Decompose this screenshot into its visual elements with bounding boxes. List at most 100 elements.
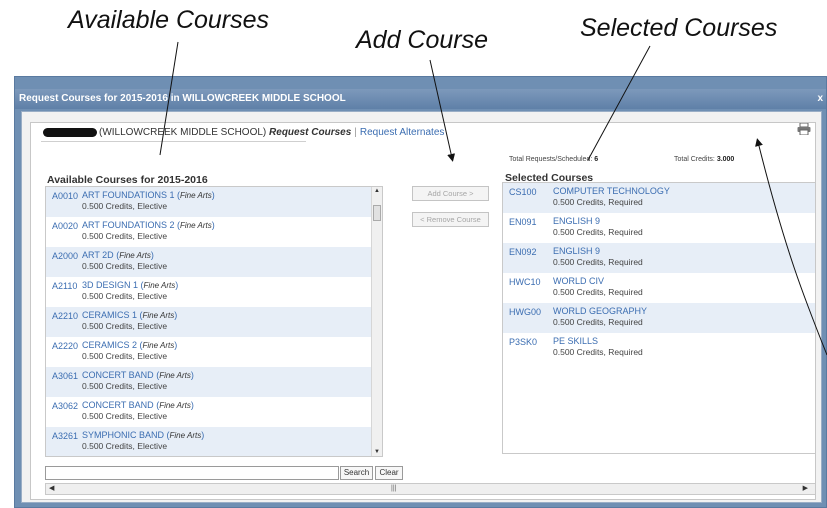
remove-course-button[interactable]: < Remove Course <box>412 212 489 227</box>
course-info: 0.500 Credits, Required <box>553 347 643 357</box>
course-code[interactable]: A2220 <box>52 341 78 351</box>
course-code[interactable]: A3261 <box>52 431 78 441</box>
course-title[interactable]: WORLD GEOGRAPHY <box>553 306 647 316</box>
available-course-row[interactable]: A3062 CONCERT BAND (Fine Arts) 0.500 Credi… <box>46 397 382 427</box>
course-info: 0.500 Credits, Required <box>553 197 643 207</box>
course-code[interactable]: A2210 <box>52 311 78 321</box>
course-info: 0.500 Credits, Elective <box>82 381 168 391</box>
course-dept: Fine Arts <box>119 251 151 260</box>
course-info: 0.500 Credits, Elective <box>82 441 168 451</box>
course-title[interactable]: ART 2D (Fine Arts) <box>82 250 154 260</box>
total-credits-label: Total Credits: <box>674 156 715 163</box>
search-button[interactable]: Search <box>340 466 373 480</box>
printer-icon[interactable] <box>797 123 811 138</box>
course-info: 0.500 Credits, Elective <box>82 351 168 361</box>
course-code[interactable]: HWC10 <box>509 277 541 287</box>
course-code[interactable]: A0020 <box>52 221 78 231</box>
course-title[interactable]: SYMPHONIC BAND (Fine Arts) <box>82 430 204 440</box>
total-requests: Total Requests/Scheduled: 6 <box>509 156 598 163</box>
course-name: CONCERT BAND <box>82 370 154 380</box>
selected-course-row[interactable]: P3SK0 PE SKILLS 0.500 Credits, Required <box>503 333 815 363</box>
callout-available-courses: Available Courses <box>68 6 270 34</box>
close-icon[interactable]: x <box>817 89 823 109</box>
course-code[interactable]: A3061 <box>52 371 78 381</box>
request-courses-dialog: Request Courses for 2015-2016 in WILLOWC… <box>14 76 827 508</box>
course-name: PE SKILLS <box>553 336 599 346</box>
available-courses-title: Available Courses for 2015-2016 <box>47 174 208 186</box>
course-title[interactable]: ENGLISH 9 <box>553 216 600 226</box>
callout-add-course: Add Course <box>356 26 489 54</box>
available-course-row[interactable]: A3061 CONCERT BAND (Fine Arts) 0.500 Credi… <box>46 367 382 397</box>
course-dept: Fine Arts <box>180 191 212 200</box>
horizontal-scrollbar[interactable]: ◀ ||| ▶ <box>45 483 815 495</box>
course-title[interactable]: CERAMICS 1 (Fine Arts) <box>82 310 177 320</box>
course-request-panel: (WILLOWCREEK MIDDLE SCHOOL) Request Cour… <box>30 122 816 500</box>
available-course-row[interactable]: A2210 CERAMICS 1 (Fine Arts) 0.500 Credits… <box>46 307 382 337</box>
course-code[interactable]: HWG00 <box>509 307 541 317</box>
arrow-up-icon[interactable]: ▲ <box>374 188 380 194</box>
available-course-row[interactable]: A2110 3D DESIGN 1 (Fine Arts) 0.500 Credit… <box>46 277 382 307</box>
course-title[interactable]: CERAMICS 2 (Fine Arts) <box>82 340 177 350</box>
arrow-down-icon[interactable]: ▼ <box>374 449 380 455</box>
course-name: CERAMICS 2 <box>82 340 138 350</box>
course-title[interactable]: CONCERT BAND (Fine Arts) <box>82 370 194 380</box>
course-code[interactable]: A2110 <box>52 281 77 291</box>
course-title[interactable]: ART FOUNDATIONS 2 (Fine Arts) <box>82 220 215 230</box>
selected-courses-list[interactable]: CS100 COMPUTER TECHNOLOGY 0.500 Credits, R… <box>502 182 815 454</box>
course-name: ENGLISH 9 <box>553 216 601 226</box>
selected-course-row[interactable]: HWG00 WORLD GEOGRAPHY 0.500 Credits, Requi… <box>503 303 815 333</box>
course-info: 0.500 Credits, Elective <box>82 201 168 211</box>
course-code[interactable]: A3062 <box>52 401 78 411</box>
course-dept: Fine Arts <box>142 341 175 350</box>
course-title[interactable]: 3D DESIGN 1 (Fine Arts) <box>82 280 178 290</box>
add-course-button[interactable]: Add Course > <box>412 186 489 201</box>
total-requests-value: 6 <box>594 156 599 163</box>
course-code[interactable]: P3SK0 <box>509 337 537 347</box>
course-title[interactable]: COMPUTER TECHNOLOGY <box>553 186 670 196</box>
tab-request-alternates[interactable]: Request Alternates <box>360 127 445 138</box>
course-name: COMPUTER TECHNOLOGY <box>553 186 670 196</box>
course-title[interactable]: CONCERT BAND (Fine Arts) <box>82 400 194 410</box>
arrow-left-icon[interactable]: ◀ <box>49 484 54 494</box>
available-course-row[interactable]: A2220 CERAMICS 2 (Fine Arts) 0.500 Credits… <box>46 337 382 367</box>
course-dept: Fine Arts <box>159 371 191 380</box>
available-courses-list[interactable]: A0010 ART FOUNDATIONS 1 (Fine Arts) 0.500 … <box>45 186 383 457</box>
selected-course-row[interactable]: HWC10 WORLD CIV 0.500 Credits, Required <box>503 273 815 303</box>
scroll-grip[interactable]: ||| <box>391 484 396 494</box>
selected-course-row[interactable]: CS100 COMPUTER TECHNOLOGY 0.500 Credits, R… <box>503 183 815 213</box>
course-code[interactable]: EN092 <box>509 247 537 257</box>
header-divider <box>41 141 306 142</box>
course-info: 0.500 Credits, Elective <box>82 261 168 271</box>
selected-course-row[interactable]: EN091 ENGLISH 9 0.500 Credits, Required <box>503 213 815 243</box>
available-course-row[interactable]: A0010 ART FOUNDATIONS 1 (Fine Arts) 0.500 … <box>46 187 382 217</box>
scroll-thumb[interactable] <box>373 205 381 221</box>
course-dept: Fine Arts <box>159 401 191 410</box>
course-code[interactable]: A2000 <box>52 251 78 261</box>
course-code[interactable]: A0010 <box>52 191 78 201</box>
school-name: (WILLOWCREEK MIDDLE SCHOOL) <box>99 127 267 138</box>
course-info: 0.500 Credits, Required <box>553 227 643 237</box>
course-code[interactable]: CS100 <box>509 187 537 197</box>
search-input[interactable] <box>45 466 339 480</box>
arrow-right-icon[interactable]: ▶ <box>803 484 808 494</box>
course-title[interactable]: ENGLISH 9 <box>553 246 600 256</box>
available-course-row[interactable]: A3261 SYMPHONIC BAND (Fine Arts) 0.500 Cre… <box>46 427 382 456</box>
course-title[interactable]: PE SKILLS <box>553 336 598 346</box>
header-tabs: (WILLOWCREEK MIDDLE SCHOOL) Request Cour… <box>43 127 444 138</box>
available-course-row[interactable]: A2000 ART 2D (Fine Arts) 0.500 Credits, El… <box>46 247 382 277</box>
available-list-scrollbar[interactable]: ▲ ▼ <box>371 187 382 456</box>
course-name: ENGLISH 9 <box>553 246 601 256</box>
available-course-row[interactable]: A0020 ART FOUNDATIONS 2 (Fine Arts) 0.500 … <box>46 217 382 247</box>
total-requests-label: Total Requests/Scheduled: <box>509 156 593 163</box>
course-info: 0.500 Credits, Required <box>553 257 643 267</box>
course-name: CONCERT BAND <box>82 400 154 410</box>
course-title[interactable]: WORLD CIV <box>553 276 604 286</box>
course-info: 0.500 Credits, Elective <box>82 231 168 241</box>
course-code[interactable]: EN091 <box>509 217 537 227</box>
dialog-titlebar: Request Courses for 2015-2016 in WILLOWC… <box>15 89 826 109</box>
tab-request-courses[interactable]: Request Courses <box>269 127 351 138</box>
course-info: 0.500 Credits, Elective <box>82 411 168 421</box>
course-title[interactable]: ART FOUNDATIONS 1 (Fine Arts) <box>82 190 215 200</box>
clear-button[interactable]: Clear <box>375 466 403 480</box>
selected-course-row[interactable]: EN092 ENGLISH 9 0.500 Credits, Required <box>503 243 815 273</box>
